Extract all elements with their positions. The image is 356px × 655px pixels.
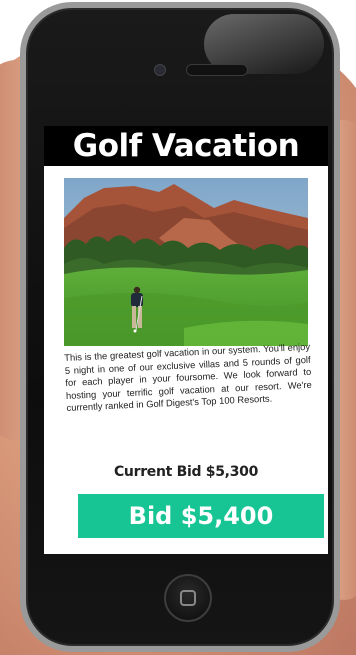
app-screen: Golf Vacation This is the greatest golf … <box>44 126 328 554</box>
phone-device: Golf Vacation This is the greatest golf … <box>20 2 340 652</box>
scene: Golf Vacation This is the greatest golf … <box>0 0 356 655</box>
speaker-grille <box>186 64 248 76</box>
vacation-description: This is the greatest golf vacation in ou… <box>64 340 312 414</box>
golf-course-image <box>64 178 308 346</box>
home-button-icon <box>180 590 196 606</box>
current-bid-label: Current Bid $5,300 <box>113 464 259 480</box>
place-bid-button[interactable]: Bid $5,400 <box>78 494 324 538</box>
golf-course-photo <box>64 178 308 346</box>
home-button[interactable] <box>164 574 212 622</box>
front-camera-icon <box>154 64 166 76</box>
page-title: Golf Vacation <box>44 126 328 166</box>
